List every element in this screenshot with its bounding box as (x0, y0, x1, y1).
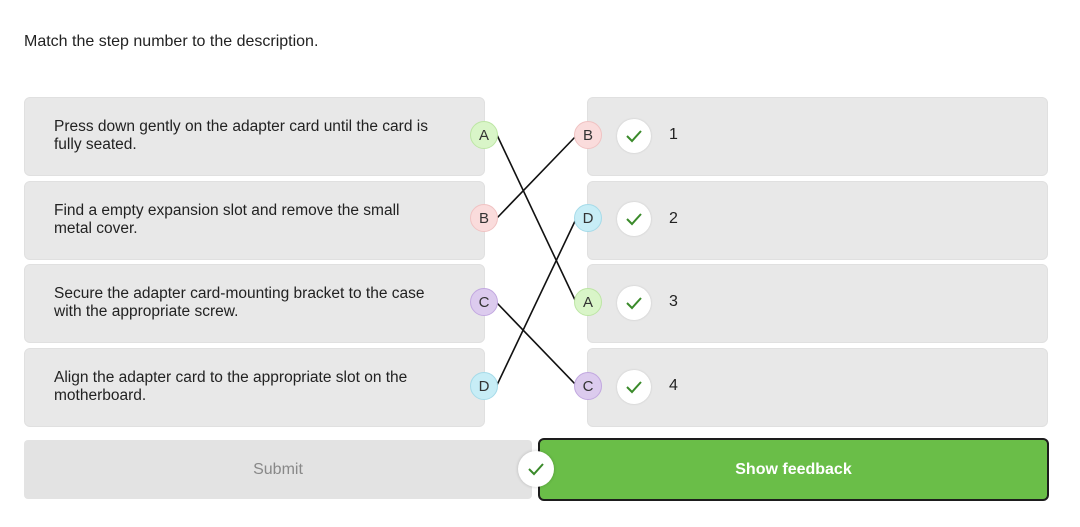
step-number: 1 (669, 126, 678, 143)
left-badge-a[interactable]: A (470, 121, 498, 149)
right-badge-4[interactable]: C (574, 372, 602, 400)
connector-line-d-2 (496, 218, 577, 386)
step-number: 3 (669, 293, 678, 310)
right-badge-1[interactable]: B (574, 121, 602, 149)
left-badge-d[interactable]: D (470, 372, 498, 400)
correct-check-icon (617, 119, 651, 153)
correct-check-icon (617, 286, 651, 320)
step-number: 2 (669, 210, 678, 227)
correct-check-icon (617, 370, 651, 404)
connector-line-c-4 (496, 302, 577, 386)
step-number: 4 (669, 377, 678, 394)
left-badge-c[interactable]: C (470, 288, 498, 316)
right-badge-2[interactable]: D (574, 204, 602, 232)
left-badge-b[interactable]: B (470, 204, 498, 232)
right-badge-3[interactable]: A (574, 288, 602, 316)
connector-line-b-1 (496, 135, 577, 219)
submit-button[interactable]: Submit (24, 440, 532, 499)
connector-line-a-3 (496, 134, 576, 301)
show-feedback-button[interactable]: Show feedback (538, 438, 1049, 501)
correct-check-icon (617, 202, 651, 236)
submitted-check-icon (518, 451, 554, 487)
